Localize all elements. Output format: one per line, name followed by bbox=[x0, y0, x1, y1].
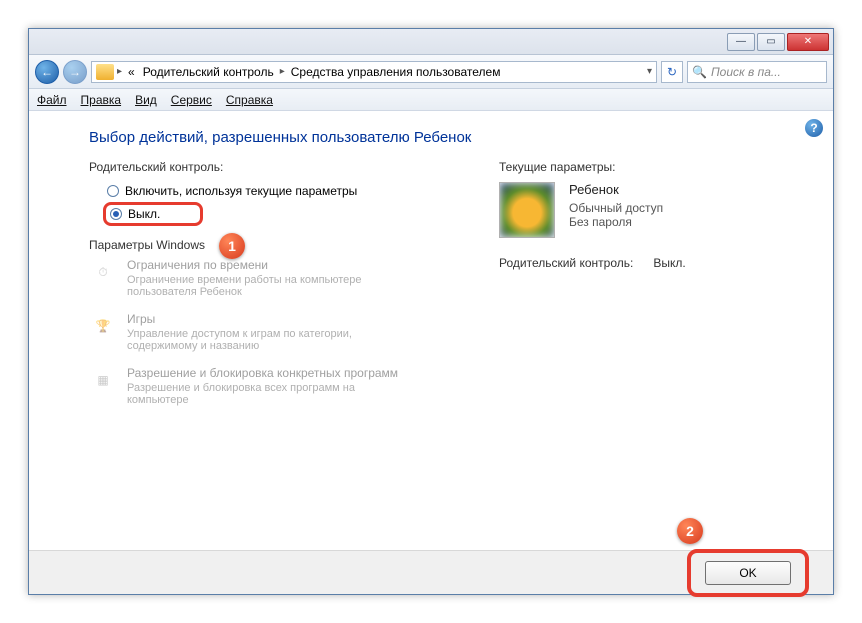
menu-help[interactable]: Справка bbox=[226, 93, 273, 107]
folder-icon bbox=[96, 64, 114, 80]
highlight-off: Выкл. bbox=[103, 202, 203, 226]
status-row: Родительский контроль: Выкл. bbox=[499, 256, 799, 270]
refresh-button[interactable]: ↻ bbox=[661, 61, 683, 83]
page-title: Выбор действий, разрешенных пользователю… bbox=[89, 129, 805, 146]
setting-programs: ▦ Разрешение и блокировка конкретных про… bbox=[89, 366, 429, 406]
current-params-label: Текущие параметры: bbox=[499, 160, 799, 174]
setting-desc: Ограничение времени работы на компьютере… bbox=[127, 274, 397, 298]
breadcrumb-prefix: « bbox=[126, 65, 137, 79]
callout-1: 1 bbox=[219, 233, 245, 259]
minimize-button[interactable]: — bbox=[727, 33, 755, 51]
menu-view[interactable]: Вид bbox=[135, 93, 157, 107]
user-summary: Ребенок Обычный доступ Без пароля bbox=[499, 182, 799, 238]
navigation-bar: ← → ▸ « Родительский контроль ▸ Средства… bbox=[29, 55, 833, 89]
user-password-status: Без пароля bbox=[569, 215, 663, 229]
radio-disable[interactable]: Выкл. bbox=[110, 207, 160, 221]
search-input[interactable]: 🔍 Поиск в па... bbox=[687, 61, 827, 83]
maximize-button[interactable]: ▭ bbox=[757, 33, 785, 51]
windows-params-label: Параметры Windows bbox=[89, 238, 429, 252]
breadcrumb-item[interactable]: Средства управления пользователем bbox=[289, 65, 503, 79]
search-placeholder: Поиск в па... bbox=[711, 65, 781, 79]
chevron-icon: ▸ bbox=[117, 66, 122, 77]
avatar bbox=[499, 182, 555, 238]
trophy-icon: 🏆 bbox=[89, 312, 117, 340]
status-value: Выкл. bbox=[653, 256, 685, 270]
programs-icon: ▦ bbox=[89, 366, 117, 394]
menu-bar: Файл Правка Вид Сервис Справка bbox=[29, 89, 833, 111]
callout-2: 2 bbox=[677, 518, 703, 544]
radio-icon bbox=[107, 185, 119, 197]
setting-title: Разрешение и блокировка конкретных прогр… bbox=[127, 366, 398, 380]
user-name: Ребенок bbox=[569, 182, 663, 197]
radio-disable-label: Выкл. bbox=[128, 207, 160, 221]
clock-icon: ⏱ bbox=[89, 258, 117, 286]
menu-file[interactable]: Файл bbox=[37, 93, 67, 107]
radio-enable[interactable]: Включить, используя текущие параметры bbox=[89, 182, 429, 200]
setting-desc: Разрешение и блокировка всех программ на… bbox=[127, 382, 397, 406]
parental-control-label: Родительский контроль: bbox=[89, 160, 429, 174]
window-frame: — ▭ ✕ ← → ▸ « Родительский контроль ▸ Ср… bbox=[28, 28, 834, 595]
chevron-icon: ▸ bbox=[280, 66, 285, 77]
breadcrumb-item[interactable]: Родительский контроль bbox=[141, 65, 276, 79]
menu-tools[interactable]: Сервис bbox=[171, 93, 212, 107]
radio-icon bbox=[110, 208, 122, 220]
address-bar[interactable]: ▸ « Родительский контроль ▸ Средства упр… bbox=[91, 61, 657, 83]
footer-bar: OK bbox=[29, 550, 833, 594]
status-label: Родительский контроль: bbox=[499, 256, 633, 270]
back-button[interactable]: ← bbox=[35, 60, 59, 84]
forward-button[interactable]: → bbox=[63, 60, 87, 84]
help-icon[interactable]: ? bbox=[805, 119, 823, 137]
dropdown-icon[interactable]: ▾ bbox=[647, 66, 652, 77]
content-area: ? Выбор действий, разрешенных пользовате… bbox=[29, 111, 833, 551]
titlebar: — ▭ ✕ bbox=[29, 29, 833, 55]
highlight-ok: OK bbox=[687, 549, 809, 597]
ok-button[interactable]: OK bbox=[705, 561, 791, 585]
setting-time-limits: ⏱ Ограничения по времени Ограничение вре… bbox=[89, 258, 429, 298]
close-button[interactable]: ✕ bbox=[787, 33, 829, 51]
setting-games: 🏆 Игры Управление доступом к играм по ка… bbox=[89, 312, 429, 352]
menu-edit[interactable]: Правка bbox=[81, 93, 122, 107]
setting-title: Ограничения по времени bbox=[127, 258, 397, 272]
radio-enable-label: Включить, используя текущие параметры bbox=[125, 184, 357, 198]
search-icon: 🔍 bbox=[692, 65, 707, 79]
user-account-type: Обычный доступ bbox=[569, 201, 663, 215]
setting-title: Игры bbox=[127, 312, 397, 326]
setting-desc: Управление доступом к играм по категории… bbox=[127, 328, 397, 352]
